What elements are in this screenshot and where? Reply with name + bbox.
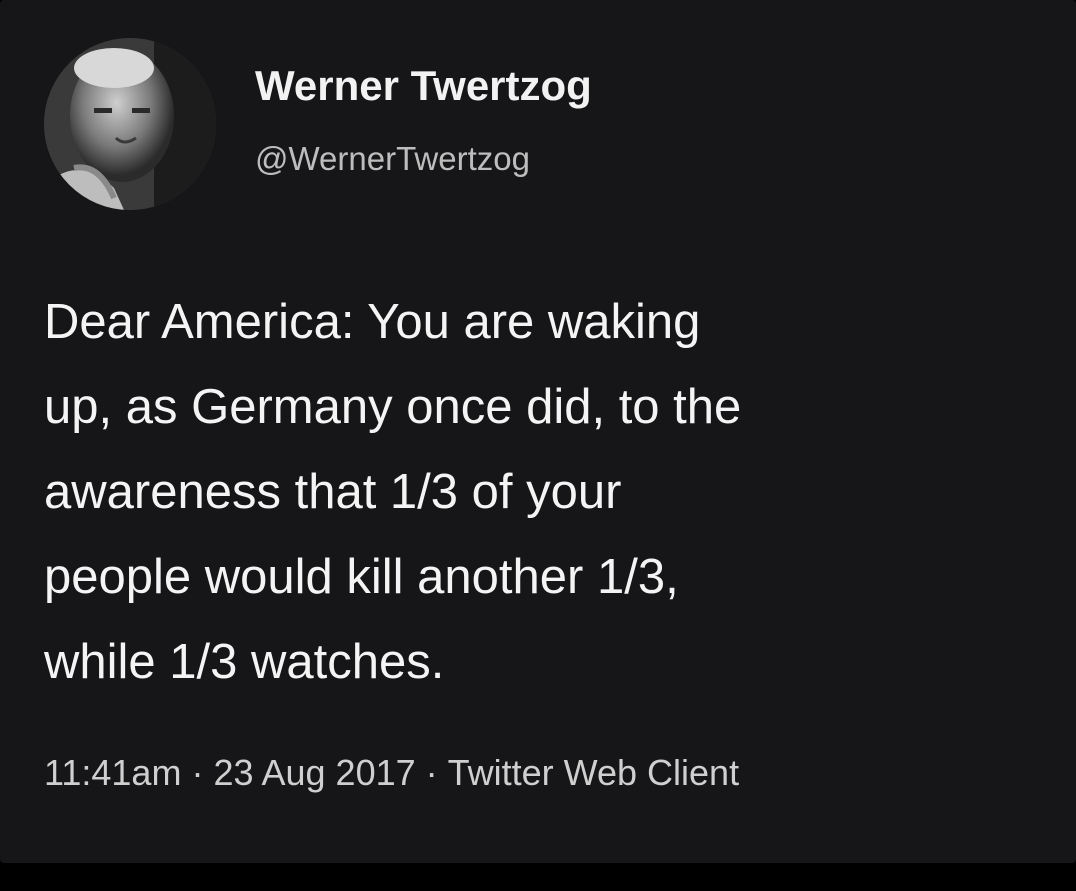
tweet-text: Dear America: You are waking up, as Germ… xyxy=(44,280,1054,705)
tweet-card: Werner Twertzog @WernerTwertzog Dear Ame… xyxy=(0,0,1076,863)
tweet-text-line: awareness that 1/3 of your xyxy=(44,465,622,519)
user-handle[interactable]: @WernerTwertzog xyxy=(255,140,530,178)
display-name[interactable]: Werner Twertzog xyxy=(255,62,592,110)
avatar[interactable] xyxy=(44,38,216,210)
tweet-time[interactable]: 11:41am xyxy=(44,752,181,793)
profile-photo-icon xyxy=(44,38,216,210)
tweet-client[interactable]: Twitter Web Client xyxy=(448,752,739,793)
tweet-text-line: Dear America: You are waking xyxy=(44,295,701,349)
tweet-text-line: up, as Germany once did, to the xyxy=(44,380,742,434)
tweet-metadata: 11:41am · 23 Aug 2017 · Twitter Web Client xyxy=(44,752,739,794)
meta-separator: · xyxy=(191,752,204,793)
tweet-text-line: people would kill another 1/3, xyxy=(44,550,679,604)
tweet-date[interactable]: 23 Aug 2017 xyxy=(213,752,415,793)
tweet-text-line: while 1/3 watches. xyxy=(44,635,445,689)
meta-separator: · xyxy=(425,752,438,793)
